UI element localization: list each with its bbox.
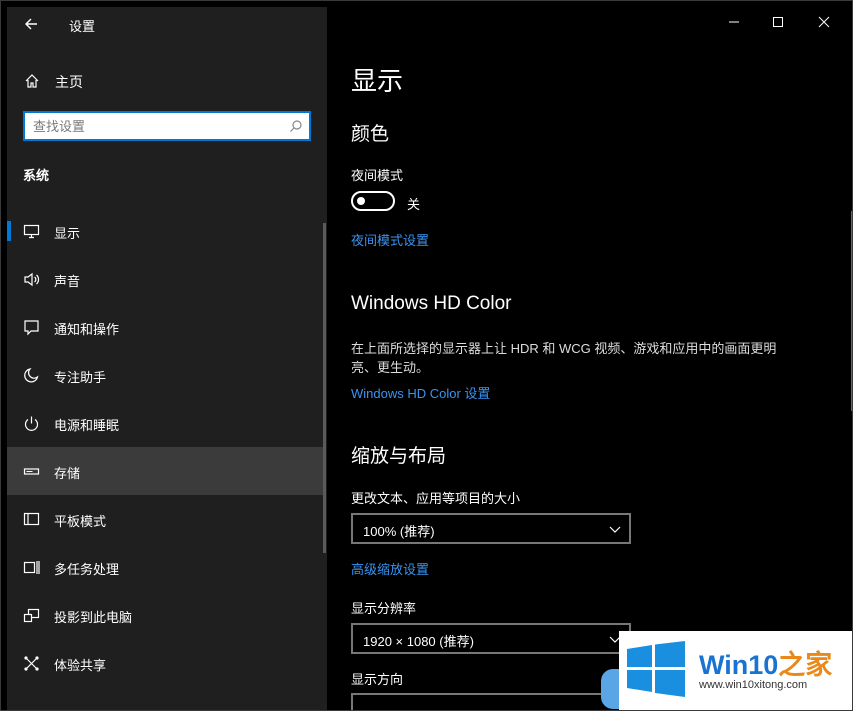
night-light-toggle[interactable] — [351, 191, 395, 211]
sidebar-item-sound[interactable]: 声音 — [7, 255, 325, 303]
maximize-icon[interactable] — [763, 9, 793, 35]
sidebar-item-label: 存储 — [54, 466, 81, 481]
night-light-state: 关 — [407, 197, 421, 212]
page-title: 显示 — [351, 66, 404, 96]
sidebar-item-label: 电源和睡眠 — [54, 418, 120, 433]
speaker-icon — [24, 272, 40, 287]
notification-icon — [24, 320, 39, 336]
share-icon — [24, 656, 39, 671]
advanced-scaling-link[interactable]: 高级缩放设置 — [351, 559, 429, 578]
minimize-icon[interactable] — [719, 9, 749, 35]
sidebar: 设置 主页 系统 显示 — [7, 7, 327, 710]
color-heading: 颜色 — [351, 124, 390, 145]
sidebar-item-power[interactable]: 电源和睡眠 — [7, 399, 325, 447]
settings-window: 设置 主页 系统 显示 — [0, 0, 853, 711]
resolution-value: 1920 × 1080 (推荐) — [363, 634, 474, 649]
moon-icon — [24, 368, 39, 383]
scale-size-value: 100% (推荐) — [363, 524, 435, 539]
sidebar-item-label: 平板模式 — [54, 514, 107, 529]
back-arrow-icon[interactable] — [21, 13, 43, 35]
watermark-logo: Win10之家 www.win10xitong.com — [619, 631, 852, 710]
windows-logo-icon — [627, 641, 685, 697]
multitask-icon — [23, 561, 40, 574]
search-box — [23, 111, 311, 141]
chevron-down-icon — [609, 526, 621, 533]
hdr-settings-link[interactable]: Windows HD Color 设置 — [351, 383, 490, 402]
sidebar-item-label: 投影到此电脑 — [54, 610, 133, 625]
project-icon — [23, 608, 40, 623]
sidebar-item-storage[interactable]: 存储 — [7, 447, 325, 495]
scale-size-select[interactable]: 100% (推荐) — [351, 513, 631, 544]
search-icon[interactable] — [289, 119, 303, 133]
night-light-label: 夜间模式 — [351, 168, 404, 183]
sidebar-item-notifications[interactable]: 通知和操作 — [7, 303, 325, 351]
watermark-brand: Win10之家 — [699, 643, 832, 682]
tablet-icon — [23, 512, 40, 526]
main-content: 显示 颜色 夜间模式 关 夜间模式设置 Windows HD Color 在上面… — [327, 1, 852, 710]
resolution-label: 显示分辨率 — [351, 601, 417, 616]
sidebar-item-label: 声音 — [54, 274, 81, 289]
brand-a: Win10 — [699, 650, 779, 680]
home-icon — [25, 74, 39, 88]
selection-indicator — [7, 221, 11, 241]
orientation-select[interactable] — [351, 693, 631, 710]
sidebar-item-multitasking[interactable]: 多任务处理 — [7, 543, 325, 591]
section-title: 系统 — [23, 168, 50, 183]
sidebar-item-home[interactable]: 主页 — [7, 65, 327, 97]
sidebar-scrollbar[interactable] — [323, 223, 326, 553]
sidebar-item-label: 多任务处理 — [54, 562, 120, 577]
brand-b: 之家 — [778, 650, 833, 680]
scale-size-label: 更改文本、应用等项目的大小 — [351, 491, 521, 506]
sidebar-item-label: 通知和操作 — [54, 322, 120, 337]
scale-heading: 缩放与布局 — [351, 446, 447, 467]
watermark-url: www.win10xitong.com — [699, 679, 808, 691]
close-icon[interactable] — [809, 9, 839, 35]
sidebar-item-tablet-mode[interactable]: 平板模式 — [7, 495, 325, 543]
sidebar-nav: 显示 声音 通知和操作 专注助手 电源和睡眠 存储 平板模式 多任务处理 投影到… — [7, 207, 327, 687]
sidebar-item-display[interactable]: 显示 — [7, 207, 325, 255]
hdr-heading: Windows HD Color — [351, 293, 512, 314]
power-icon — [24, 416, 39, 431]
sidebar-item-label: 显示 — [54, 226, 81, 241]
sidebar-item-label: 专注助手 — [54, 370, 107, 385]
search-input[interactable] — [33, 116, 283, 136]
app-title: 设置 — [69, 19, 96, 34]
sidebar-item-label: 体验共享 — [54, 658, 107, 673]
orientation-label: 显示方向 — [351, 672, 404, 687]
sidebar-item-shared-experiences[interactable]: 体验共享 — [7, 639, 325, 687]
monitor-icon — [23, 224, 40, 239]
sidebar-item-project-to-pc[interactable]: 投影到此电脑 — [7, 591, 325, 639]
resolution-select[interactable]: 1920 × 1080 (推荐) — [351, 623, 631, 654]
hdr-description: 在上面所选择的显示器上让 HDR 和 WCG 视频、游戏和应用中的画面更明亮、更… — [351, 341, 777, 375]
night-light-settings-link[interactable]: 夜间模式设置 — [351, 230, 429, 249]
sidebar-item-focus-assist[interactable]: 专注助手 — [7, 351, 325, 399]
storage-icon — [23, 468, 40, 475]
home-label: 主页 — [55, 74, 83, 90]
sidebar-titlebar: 设置 — [7, 7, 327, 41]
toggle-knob — [357, 197, 365, 205]
